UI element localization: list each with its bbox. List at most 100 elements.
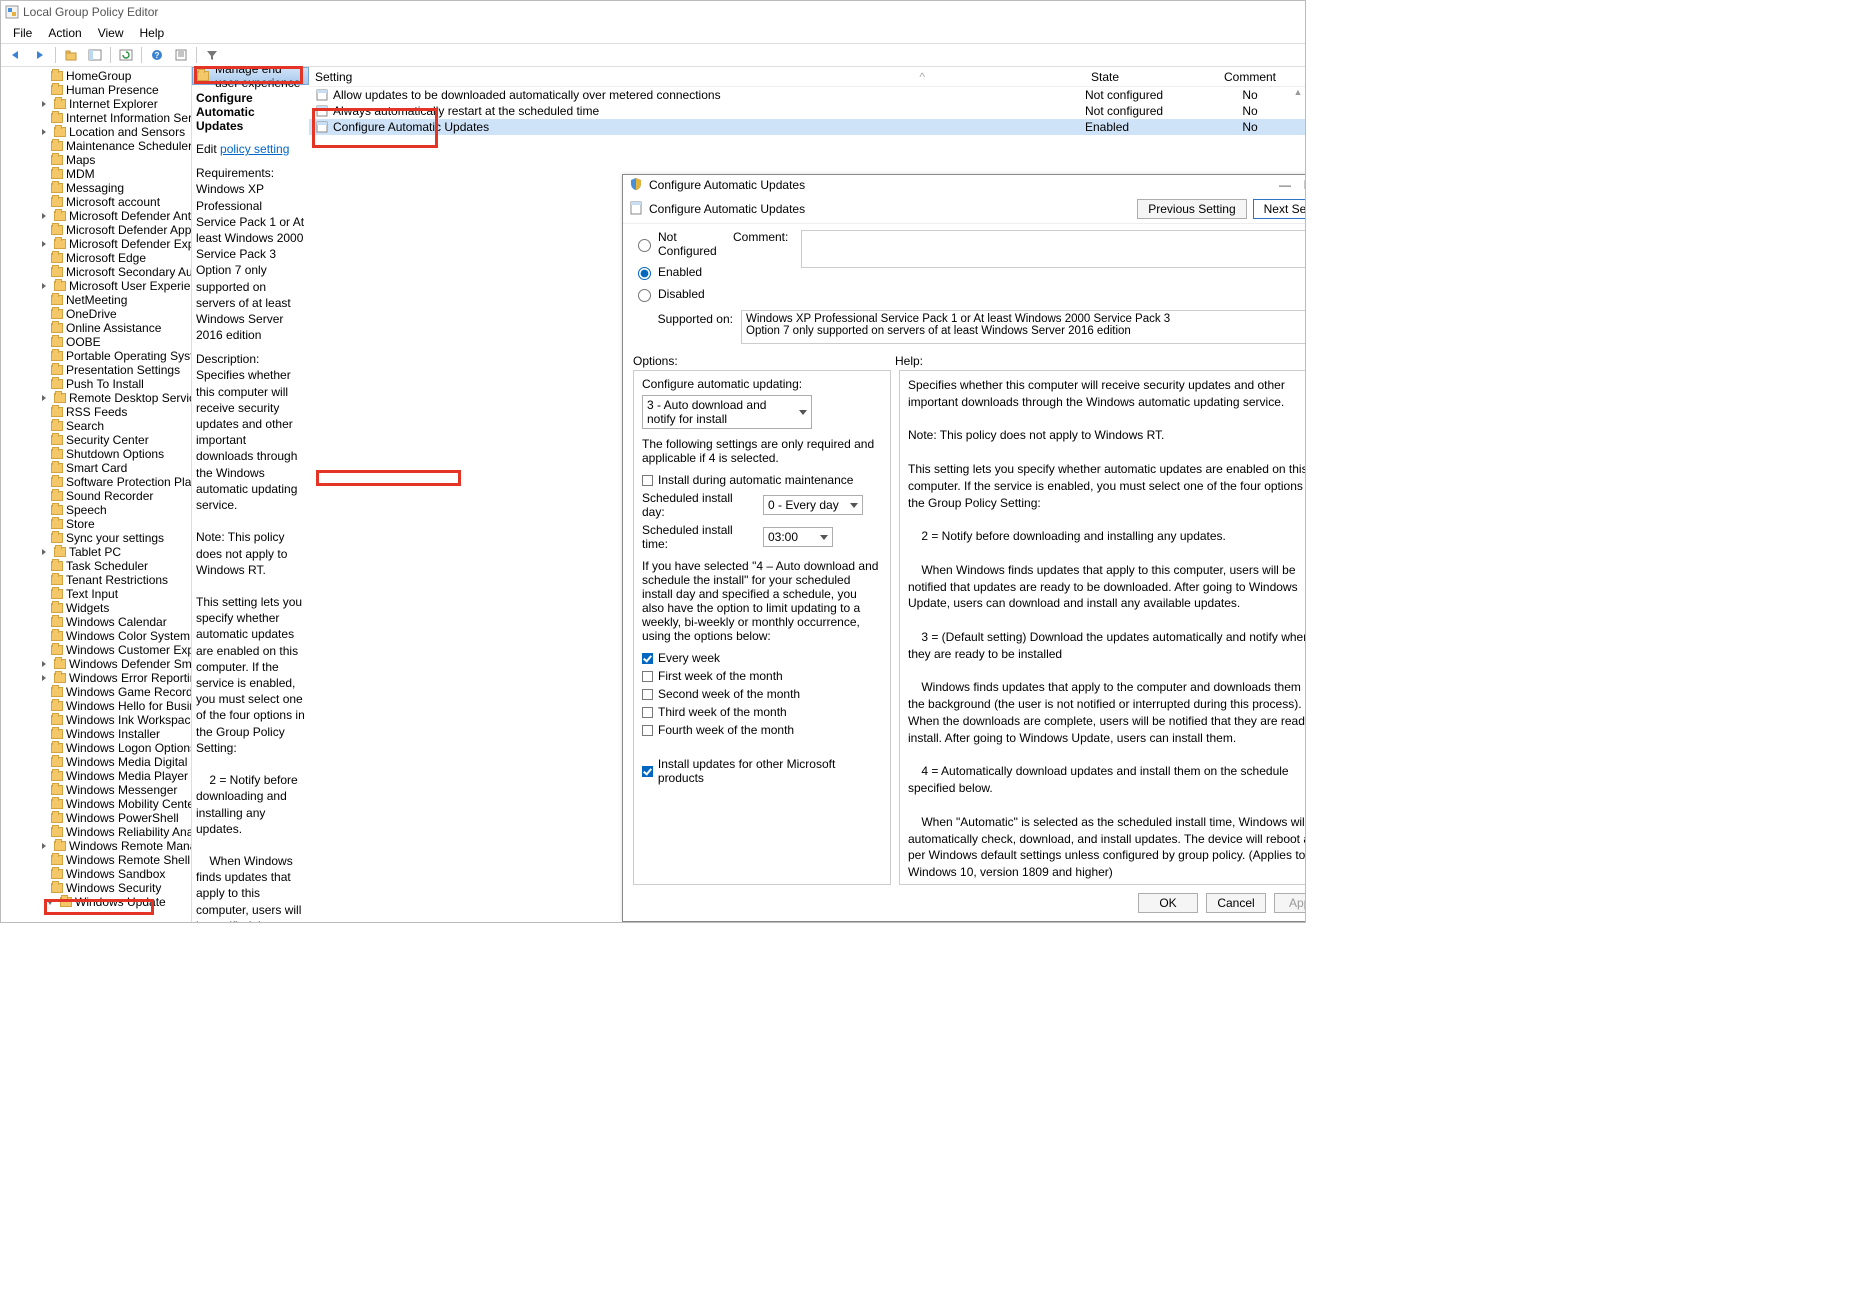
tree-item[interactable]: Shutdown Options (1, 447, 191, 461)
apply-button[interactable]: Apply (1274, 893, 1305, 913)
tree-item[interactable]: Text Input (1, 587, 191, 601)
tree-item[interactable]: MDM (1, 167, 191, 181)
tree-item[interactable]: RSS Feeds (1, 405, 191, 419)
tree-item[interactable]: Windows Media Player (1, 769, 191, 783)
tree-item[interactable]: Widgets (1, 601, 191, 615)
tree-item[interactable]: Store (1, 517, 191, 531)
ck-first-week[interactable]: First week of the month (642, 669, 882, 683)
tree-item[interactable]: Windows Sandbox (1, 867, 191, 881)
tree-item[interactable]: Windows Ink Workspace (1, 713, 191, 727)
up-folder-button[interactable] (60, 45, 82, 65)
tree-item[interactable]: Microsoft Defender Application Guard (1, 223, 191, 237)
tree-item[interactable]: Maps (1, 153, 191, 167)
tree-item[interactable]: Online Assistance (1, 321, 191, 335)
ck-maintenance[interactable]: Install during automatic maintenance (642, 473, 882, 487)
help-button[interactable]: ? (146, 45, 168, 65)
cancel-button[interactable]: Cancel (1206, 893, 1266, 913)
tree-view[interactable]: HomeGroupHuman PresenceInternet Explorer… (1, 67, 192, 922)
edit-policy-link[interactable]: policy setting (220, 142, 289, 156)
tree-item[interactable]: Windows Hello for Business (1, 699, 191, 713)
cfg-select[interactable]: 3 - Auto download and notify for install (642, 395, 812, 429)
tree-item[interactable]: Microsoft Secondary Authentication Facto… (1, 265, 191, 279)
ck-third-week[interactable]: Third week of the month (642, 705, 882, 719)
ok-button[interactable]: OK (1138, 893, 1198, 913)
minimize-button[interactable]: — (1278, 178, 1292, 192)
comment-textbox[interactable]: ▲▼ (801, 230, 1305, 268)
setting-row[interactable]: Allow updates to be downloaded automatic… (309, 87, 1305, 103)
menu-help[interactable]: Help (132, 24, 173, 42)
tree-item[interactable]: Windows Logon Options (1, 741, 191, 755)
tree-item[interactable]: Windows PowerShell (1, 811, 191, 825)
tree-item[interactable]: Windows Security (1, 881, 191, 895)
tree-item[interactable]: Internet Information Services (1, 111, 191, 125)
col-comment[interactable]: Comment (1195, 68, 1305, 86)
tree-item[interactable]: Microsoft account (1, 195, 191, 209)
tree-item[interactable]: Windows Media Digital Rights Manag… (1, 755, 191, 769)
forward-button[interactable] (29, 45, 51, 65)
tree-item[interactable]: Human Presence (1, 83, 191, 97)
tree-item[interactable]: Windows Error Reporting (1, 671, 191, 685)
tree-item[interactable]: Microsoft Defender Antivirus (1, 209, 191, 223)
ck-second-week[interactable]: Second week of the month (642, 687, 882, 701)
day-select[interactable]: 0 - Every day (763, 495, 863, 515)
radio-disabled[interactable]: Disabled (633, 286, 733, 302)
ck-fourth-week[interactable]: Fourth week of the month (642, 723, 882, 737)
previous-setting-button[interactable]: Previous Setting (1137, 199, 1246, 219)
tree-item[interactable]: Speech (1, 503, 191, 517)
ck-every-week[interactable]: Every week (642, 651, 882, 665)
tree-item[interactable]: Task Scheduler (1, 559, 191, 573)
tree-item[interactable]: Tablet PC (1, 545, 191, 559)
tree-item[interactable]: Windows Reliability Analysis (1, 825, 191, 839)
tree-item[interactable]: Security Center (1, 433, 191, 447)
tree-item[interactable]: Windows Mobility Center (1, 797, 191, 811)
tree-item[interactable]: Windows Customer Experience Impro… (1, 643, 191, 657)
tree-item[interactable]: Messaging (1, 181, 191, 195)
tree-item[interactable]: Presentation Settings (1, 363, 191, 377)
tree-item[interactable]: Microsoft Defender Exploit Guard (1, 237, 191, 251)
tree-item[interactable]: Portable Operating System (1, 349, 191, 363)
setting-row[interactable]: Configure Automatic Updates Enabled No (309, 119, 1305, 135)
tree-item[interactable]: Windows Game Recording and Broad… (1, 685, 191, 699)
tree-item[interactable]: Windows Color System (1, 629, 191, 643)
tree-item[interactable]: Windows Remote Shell (1, 853, 191, 867)
tree-item[interactable]: Microsoft User Experience Virtualization (1, 279, 191, 293)
tree-item[interactable]: Microsoft Edge (1, 251, 191, 265)
tree-item[interactable]: Sound Recorder (1, 489, 191, 503)
tree-item[interactable]: Windows Installer (1, 727, 191, 741)
tree-item[interactable]: Windows Update (1, 895, 191, 909)
tree-item[interactable]: Smart Card (1, 461, 191, 475)
time-select[interactable]: 03:00 (763, 527, 833, 547)
tree-item[interactable]: Windows Remote Management (WinR… (1, 839, 191, 853)
next-setting-button[interactable]: Next Setting (1253, 199, 1305, 219)
help-panel[interactable]: Specifies whether this computer will rec… (899, 370, 1305, 885)
tree-item[interactable]: Windows Calendar (1, 615, 191, 629)
dialog-titlebar[interactable]: Configure Automatic Updates — ☐ ✕ (623, 175, 1305, 195)
tree-item[interactable]: Internet Explorer (1, 97, 191, 111)
tree-item[interactable]: Windows Messenger (1, 783, 191, 797)
col-state[interactable]: State (1085, 68, 1195, 86)
setting-row[interactable]: Always automatically restart at the sche… (309, 103, 1305, 119)
maximize-button[interactable]: ☐ (1302, 178, 1305, 192)
tree-item[interactable]: Windows Defender SmartScreen (1, 657, 191, 671)
description-header[interactable]: Manage end user experience (192, 67, 309, 85)
filter-button[interactable] (201, 45, 223, 65)
tree-item[interactable]: OOBE (1, 335, 191, 349)
properties-button[interactable] (170, 45, 192, 65)
show-hide-tree-button[interactable] (84, 45, 106, 65)
ck-other-products[interactable]: Install updates for other Microsoft prod… (642, 757, 882, 785)
tree-item[interactable]: Search (1, 419, 191, 433)
radio-not-configured[interactable]: Not Configured (633, 230, 733, 258)
col-setting[interactable]: Setting (309, 68, 919, 86)
tree-item[interactable]: Maintenance Scheduler (1, 139, 191, 153)
tree-item[interactable]: Tenant Restrictions (1, 573, 191, 587)
menu-view[interactable]: View (90, 24, 132, 42)
refresh-button[interactable] (115, 45, 137, 65)
tree-item[interactable]: Location and Sensors (1, 125, 191, 139)
tree-item[interactable]: HomeGroup (1, 69, 191, 83)
menu-action[interactable]: Action (40, 24, 89, 42)
tree-item[interactable]: Push To Install (1, 377, 191, 391)
back-button[interactable] (5, 45, 27, 65)
tree-item[interactable]: OneDrive (1, 307, 191, 321)
tree-item[interactable]: NetMeeting (1, 293, 191, 307)
tree-item[interactable]: Software Protection Platform (1, 475, 191, 489)
